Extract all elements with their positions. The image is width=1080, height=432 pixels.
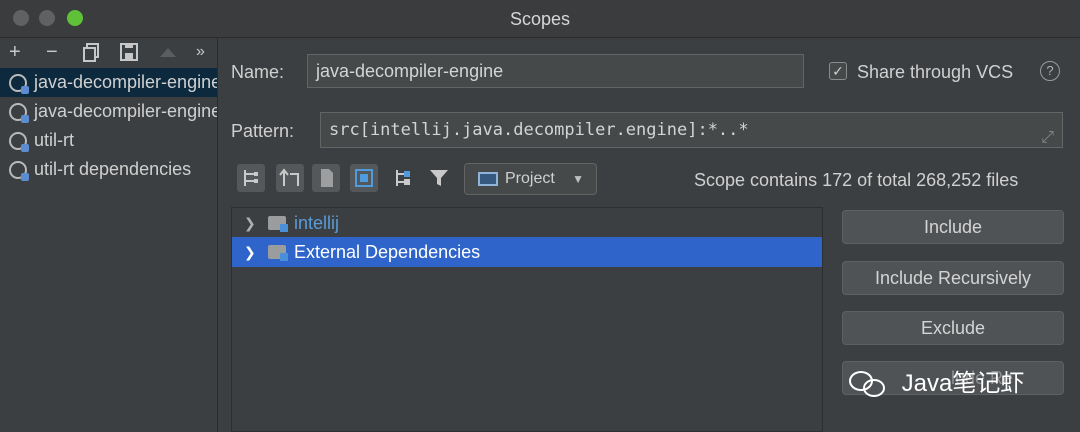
include-recursively-button[interactable]: Include Recursively bbox=[842, 261, 1064, 295]
triangle-up-icon bbox=[160, 48, 176, 57]
more-tools-button[interactable]: » bbox=[196, 42, 205, 62]
save-icon bbox=[120, 43, 138, 61]
module-icon bbox=[355, 169, 373, 187]
share-vcs-checkbox[interactable]: ✓ bbox=[829, 62, 847, 80]
watermark: Java笔记虾 bbox=[849, 363, 1024, 399]
move-up-button[interactable] bbox=[158, 42, 178, 66]
share-vcs-label: Share through VCS bbox=[857, 62, 1014, 82]
title-bar: Scopes bbox=[0, 0, 1080, 38]
scopes-toolbar: + − » bbox=[0, 38, 217, 68]
expand-icon[interactable]: ⤢ bbox=[1041, 120, 1054, 147]
tree-node-intellij[interactable]: ❯ intellij bbox=[232, 208, 822, 238]
tree-icon bbox=[244, 170, 258, 186]
pattern-label: Pattern: bbox=[231, 121, 295, 141]
pattern-value: src[intellij.java.decompiler.engine]:*..… bbox=[329, 120, 749, 140]
wechat-icon bbox=[849, 370, 889, 399]
project-icon bbox=[478, 172, 498, 186]
add-scope-button[interactable]: + bbox=[9, 42, 21, 62]
tree-node-label: External Dependencies bbox=[294, 242, 481, 262]
exclude-button[interactable]: Exclude bbox=[842, 311, 1064, 345]
copy-icon bbox=[83, 43, 99, 62]
include-button[interactable]: Include bbox=[842, 210, 1064, 244]
window-title: Scopes bbox=[509, 9, 571, 29]
scope-tree[interactable]: ❯ intellij ❯ External Dependencies bbox=[231, 207, 823, 432]
scope-editor-pane: Name: java-decompiler-engine ✓ Share thr… bbox=[219, 38, 1080, 432]
name-label: Name: bbox=[231, 62, 285, 82]
scope-icon bbox=[9, 74, 29, 94]
tree-node-external-dependencies[interactable]: ❯ External Dependencies bbox=[232, 237, 822, 267]
folder-icon bbox=[268, 216, 288, 232]
scope-item-label: java-decompiler-engine bbox=[34, 72, 217, 92]
name-field[interactable]: java-decompiler-engine bbox=[307, 54, 804, 88]
show-modules-button[interactable] bbox=[350, 164, 378, 192]
project-dropdown-label: Project bbox=[505, 170, 555, 187]
scope-item[interactable]: util-rt bbox=[0, 126, 217, 155]
group-by-scope-button[interactable] bbox=[389, 164, 417, 192]
chevron-down-icon: ▼ bbox=[572, 172, 584, 186]
remove-scope-button[interactable]: − bbox=[46, 42, 58, 62]
save-scope-button[interactable] bbox=[119, 42, 139, 66]
scope-item[interactable]: java-decompiler-engine bbox=[0, 68, 217, 97]
scope-info-text: Scope contains 172 of total 268,252 file… bbox=[694, 170, 1019, 190]
scope-item[interactable]: java-decompiler-engine bbox=[0, 97, 217, 126]
compact-middle-packages-button[interactable] bbox=[276, 164, 304, 192]
scope-icon bbox=[9, 161, 29, 181]
chevron-right-icon[interactable]: ❯ bbox=[244, 237, 256, 267]
watermark-text: Java笔记虾 bbox=[901, 370, 1025, 397]
chevron-right-icon[interactable]: ❯ bbox=[244, 208, 256, 238]
scope-item-label: java-decompiler-engine bbox=[34, 101, 217, 121]
file-icon bbox=[321, 169, 333, 187]
show-files-button[interactable] bbox=[312, 164, 340, 192]
scope-icon bbox=[9, 103, 29, 123]
filter-button[interactable] bbox=[425, 164, 453, 192]
scope-item-label: util-rt dependencies bbox=[34, 159, 192, 179]
scopes-list-pane: + − » java-decompiler-engine java-decomp… bbox=[0, 38, 218, 432]
hierarchy-icon bbox=[396, 170, 410, 186]
library-icon bbox=[268, 245, 288, 261]
project-dropdown[interactable]: Project ▼ bbox=[464, 163, 597, 195]
copy-scope-button[interactable] bbox=[82, 42, 102, 66]
flatten-packages-button[interactable] bbox=[237, 164, 265, 192]
tree-node-label: intellij bbox=[294, 213, 340, 233]
scope-item[interactable]: util-rt dependencies bbox=[0, 155, 217, 184]
compact-tree-icon bbox=[279, 168, 299, 186]
pattern-field[interactable]: src[intellij.java.decompiler.engine]:*..… bbox=[320, 112, 1063, 148]
scope-item-label: util-rt bbox=[34, 130, 74, 150]
help-icon[interactable]: ? bbox=[1040, 61, 1060, 81]
filter-icon bbox=[430, 170, 448, 186]
scope-icon bbox=[9, 132, 29, 152]
